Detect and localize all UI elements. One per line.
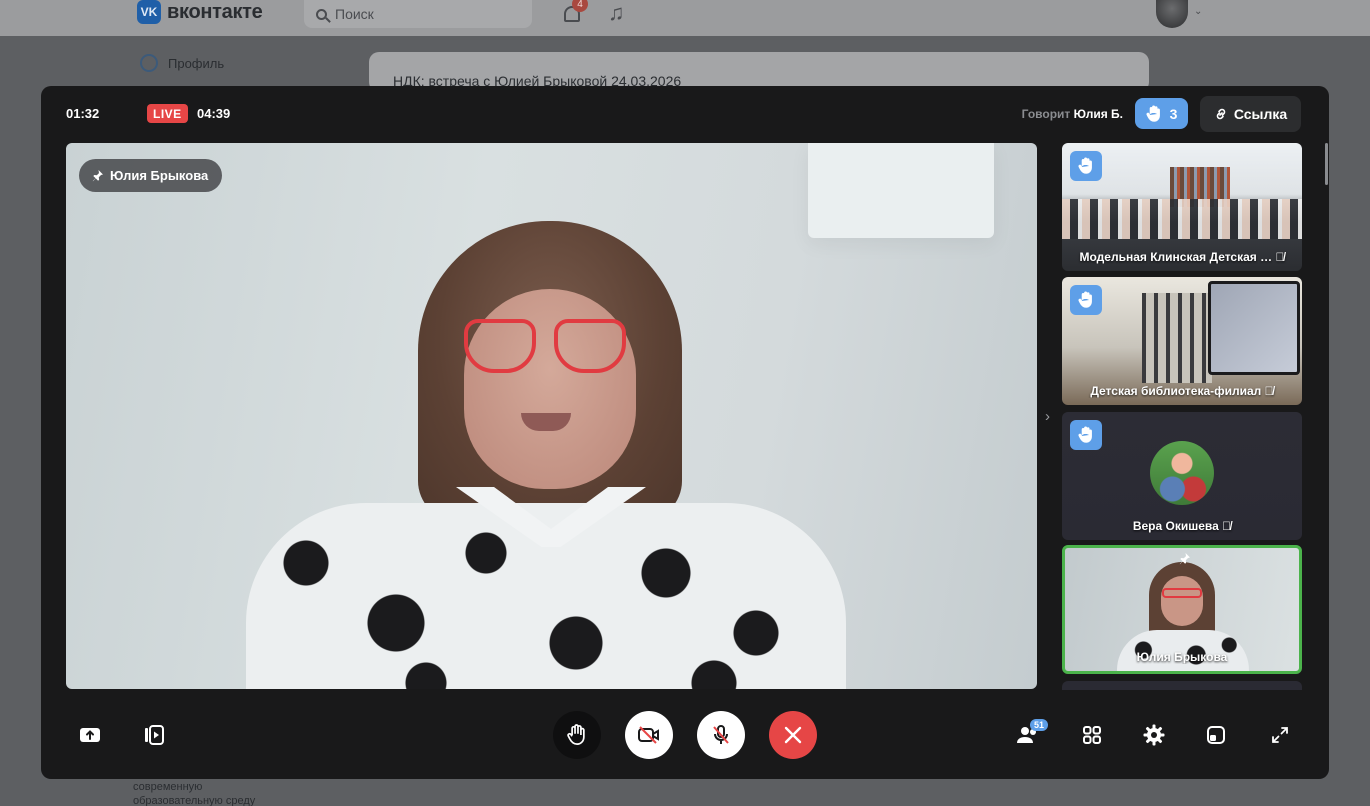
raised-hands-count: 3	[1169, 105, 1178, 122]
call-timer: 01:32	[66, 106, 100, 121]
share-screen-icon	[80, 728, 100, 742]
participant-tile[interactable]	[1062, 681, 1302, 690]
tile-name-text: Модельная Клинская Детская …	[1079, 250, 1273, 264]
layout-icon	[1207, 726, 1225, 744]
tile-video-crowd	[1062, 199, 1302, 239]
background-text-line: образовательную среду	[133, 795, 256, 806]
raise-hand-icon	[567, 724, 585, 746]
tile-name-text: Юлия Брыкова	[1136, 650, 1228, 664]
camera-off-icon	[638, 726, 659, 744]
link-label: Ссылка	[1233, 106, 1288, 122]
participant-tile[interactable]: Детская библиотека-филиал 🎙̸	[1062, 277, 1302, 405]
search-placeholder: Поиск	[335, 6, 374, 22]
tile-name: Вера Окишева 🎙̸	[1062, 519, 1302, 533]
pin-icon	[92, 170, 103, 182]
speaking-indicator: Говорит Юлия Б.	[1022, 107, 1123, 121]
vk-search-input[interactable]: Поиск	[304, 0, 532, 28]
participants-count-badge: 51	[1030, 719, 1048, 731]
vk-logo-icon: VK	[137, 0, 161, 24]
raised-hand-badge	[1070, 285, 1102, 315]
tile-name-text: Детская библиотека-филиал	[1090, 384, 1262, 398]
search-icon	[316, 8, 327, 20]
participant-tile[interactable]: Вера Окишева 🎙̸	[1062, 412, 1302, 540]
tile-video-glasses	[1162, 588, 1202, 598]
speaking-name: Юлия Б.	[1073, 107, 1123, 121]
mic-off-icon: 🎙̸	[1222, 519, 1232, 533]
tile-name: Детская библиотека-филиал 🎙̸	[1062, 384, 1302, 398]
grid-view-button[interactable]	[1080, 723, 1104, 747]
vk-brand-text: вконтакте	[167, 0, 263, 23]
mic-toggle-button[interactable]	[697, 711, 745, 759]
profile-icon	[140, 54, 158, 72]
main-video[interactable]	[66, 143, 1037, 689]
background-text-line: современную	[133, 781, 203, 793]
share-screen-button[interactable]	[78, 723, 102, 747]
fullscreen-button[interactable]	[1268, 723, 1292, 747]
layout-button[interactable]	[1204, 723, 1228, 747]
chevron-right-icon[interactable]: ›	[1045, 408, 1050, 425]
tile-video-rack	[1142, 293, 1212, 383]
tile-name-text: Вера Окишева	[1132, 519, 1219, 533]
live-duration: 04:39	[197, 106, 231, 121]
raise-hand-icon	[1146, 105, 1160, 122]
sidebar-item-label: Профиль	[168, 55, 225, 71]
pinned-participant-label[interactable]: Юлия Брыкова	[79, 159, 223, 192]
raised-hand-badge	[1070, 420, 1102, 450]
pin-icon	[1179, 553, 1190, 565]
link-icon	[1216, 108, 1226, 120]
avatar	[1150, 441, 1214, 505]
tile-name: Юлия Брыкова	[1065, 650, 1299, 664]
close-icon	[784, 726, 802, 744]
camera-toggle-button[interactable]	[625, 711, 673, 759]
video-background-object	[808, 143, 994, 238]
background-text: современную образовательную среду	[133, 780, 255, 806]
mic-off-icon: 🎙̸	[1264, 384, 1274, 398]
mic-off-icon	[713, 725, 729, 744]
raise-hand-button[interactable]	[553, 711, 601, 759]
speaker-video-glasses	[464, 319, 628, 375]
mic-off-icon: 🎙̸	[1275, 250, 1285, 264]
participant-tile[interactable]: Модельная Клинская Детская … 🎙̸	[1062, 143, 1302, 271]
raise-hand-icon	[1078, 157, 1092, 174]
tile-video-screen	[1208, 281, 1300, 375]
gear-icon	[1143, 724, 1165, 746]
pinned-name: Юлия Брыкова	[110, 168, 209, 183]
raised-hand-badge	[1070, 151, 1102, 181]
tiles-scrollbar[interactable]	[1325, 143, 1328, 185]
copy-link-button[interactable]: Ссылка	[1200, 96, 1301, 132]
end-call-button[interactable]	[769, 711, 817, 759]
settings-button[interactable]	[1142, 723, 1166, 747]
tile-video-face	[1161, 576, 1203, 626]
tile-name: Модельная Клинская Детская … 🎙̸	[1062, 250, 1302, 264]
raise-hand-icon	[1078, 291, 1092, 308]
speaking-prefix: Говорит	[1021, 107, 1071, 121]
participant-tile-active[interactable]: Юлия Брыкова	[1062, 545, 1302, 674]
fullscreen-icon	[1272, 727, 1288, 743]
raise-hand-icon	[1078, 426, 1092, 443]
chevron-down-icon[interactable]: ⌄	[1194, 6, 1202, 17]
media-play-icon	[145, 725, 164, 745]
grid-icon	[1083, 726, 1101, 744]
raised-hands-button[interactable]: 3	[1135, 98, 1188, 129]
live-badge: LIVE	[147, 104, 188, 123]
sidebar-item-profile[interactable]: Профиль	[140, 54, 224, 72]
vk-logo[interactable]: VK вконтакте	[137, 0, 263, 24]
music-icon[interactable]: ♫	[608, 0, 625, 26]
media-button[interactable]	[142, 723, 166, 747]
